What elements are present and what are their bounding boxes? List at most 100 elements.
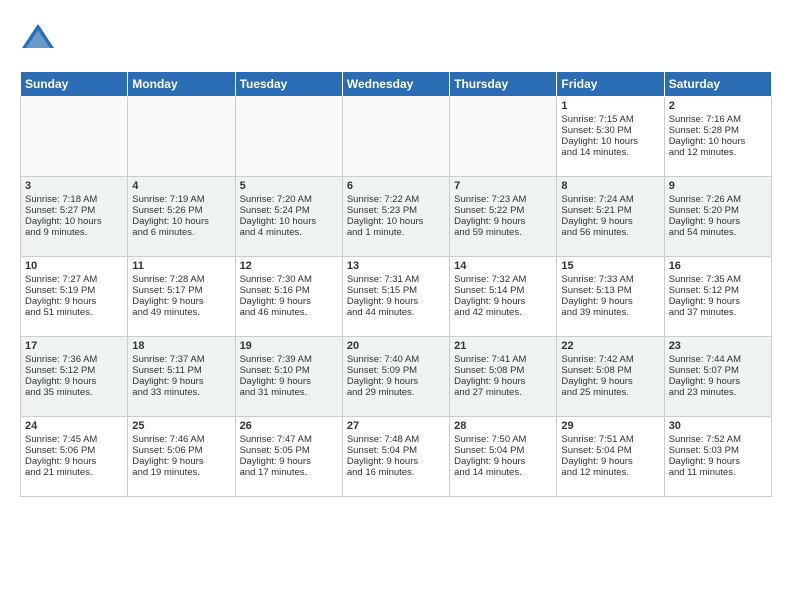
day-info-line: and 37 minutes. [669,307,767,318]
day-number: 8 [561,180,659,192]
day-number: 25 [132,420,230,432]
day-info-line: Sunrise: 7:51 AM [561,434,659,445]
day-info-line: and 19 minutes. [132,467,230,478]
week-row-2: 3Sunrise: 7:18 AMSunset: 5:27 PMDaylight… [21,177,772,257]
day-info-line: Daylight: 9 hours [561,216,659,227]
weekday-header-row: SundayMondayTuesdayWednesdayThursdayFrid… [21,72,772,97]
day-info-line: Daylight: 10 hours [132,216,230,227]
day-info-line: Sunrise: 7:31 AM [347,274,445,285]
day-number: 23 [669,340,767,352]
day-info-line: Sunrise: 7:26 AM [669,194,767,205]
empty-cell [128,97,235,177]
logo [20,20,60,61]
week-row-1: 1Sunrise: 7:15 AMSunset: 5:30 PMDaylight… [21,97,772,177]
day-info-line: and 14 minutes. [561,147,659,158]
day-info-line: Daylight: 10 hours [240,216,338,227]
day-info-line: Sunrise: 7:28 AM [132,274,230,285]
day-info-line: Sunrise: 7:40 AM [347,354,445,365]
day-info-line: Sunrise: 7:20 AM [240,194,338,205]
weekday-header-tuesday: Tuesday [235,72,342,97]
day-number: 7 [454,180,552,192]
day-info-line: Sunset: 5:16 PM [240,285,338,296]
day-info-line: and 54 minutes. [669,227,767,238]
day-cell-24: 24Sunrise: 7:45 AMSunset: 5:06 PMDayligh… [21,417,128,497]
day-info-line: and 51 minutes. [25,307,123,318]
day-info-line: Daylight: 10 hours [561,136,659,147]
day-info-line: Daylight: 9 hours [561,456,659,467]
day-info-line: Sunset: 5:05 PM [240,445,338,456]
day-info-line: and 49 minutes. [132,307,230,318]
day-cell-12: 12Sunrise: 7:30 AMSunset: 5:16 PMDayligh… [235,257,342,337]
day-info-line: and 35 minutes. [25,387,123,398]
day-info-line: and 29 minutes. [347,387,445,398]
day-cell-26: 26Sunrise: 7:47 AMSunset: 5:05 PMDayligh… [235,417,342,497]
day-info-line: Sunrise: 7:27 AM [25,274,123,285]
day-info-line: Daylight: 9 hours [132,376,230,387]
day-info-line: Daylight: 10 hours [669,136,767,147]
day-cell-7: 7Sunrise: 7:23 AMSunset: 5:22 PMDaylight… [450,177,557,257]
day-number: 4 [132,180,230,192]
day-cell-18: 18Sunrise: 7:37 AMSunset: 5:11 PMDayligh… [128,337,235,417]
weekday-header-friday: Friday [557,72,664,97]
weekday-header-saturday: Saturday [664,72,771,97]
calendar-table: SundayMondayTuesdayWednesdayThursdayFrid… [20,71,772,497]
day-info-line: and 39 minutes. [561,307,659,318]
day-cell-10: 10Sunrise: 7:27 AMSunset: 5:19 PMDayligh… [21,257,128,337]
day-info-line: Sunrise: 7:47 AM [240,434,338,445]
day-info-line: Daylight: 9 hours [669,296,767,307]
day-info-line: Sunrise: 7:18 AM [25,194,123,205]
day-cell-3: 3Sunrise: 7:18 AMSunset: 5:27 PMDaylight… [21,177,128,257]
empty-cell [342,97,449,177]
day-info-line: Daylight: 9 hours [25,296,123,307]
day-info-line: Sunrise: 7:30 AM [240,274,338,285]
day-cell-22: 22Sunrise: 7:42 AMSunset: 5:08 PMDayligh… [557,337,664,417]
day-cell-14: 14Sunrise: 7:32 AMSunset: 5:14 PMDayligh… [450,257,557,337]
day-info-line: and 21 minutes. [25,467,123,478]
day-info-line: Sunrise: 7:22 AM [347,194,445,205]
day-info-line: Daylight: 9 hours [454,456,552,467]
day-info-line: Sunset: 5:26 PM [132,205,230,216]
day-info-line: and 12 minutes. [669,147,767,158]
day-info-line: Sunrise: 7:32 AM [454,274,552,285]
day-number: 11 [132,260,230,272]
day-number: 9 [669,180,767,192]
day-info-line: Sunset: 5:28 PM [669,125,767,136]
day-info-line: Sunset: 5:08 PM [454,365,552,376]
day-info-line: Daylight: 9 hours [669,456,767,467]
empty-cell [235,97,342,177]
day-info-line: Daylight: 10 hours [347,216,445,227]
day-cell-25: 25Sunrise: 7:46 AMSunset: 5:06 PMDayligh… [128,417,235,497]
day-number: 12 [240,260,338,272]
day-info-line: Sunset: 5:04 PM [561,445,659,456]
day-info-line: Sunrise: 7:16 AM [669,114,767,125]
day-info-line: and 33 minutes. [132,387,230,398]
day-info-line: and 42 minutes. [454,307,552,318]
day-info-line: Sunset: 5:15 PM [347,285,445,296]
day-cell-28: 28Sunrise: 7:50 AMSunset: 5:04 PMDayligh… [450,417,557,497]
day-info-line: and 17 minutes. [240,467,338,478]
day-info-line: Daylight: 10 hours [25,216,123,227]
day-info-line: and 23 minutes. [669,387,767,398]
day-cell-15: 15Sunrise: 7:33 AMSunset: 5:13 PMDayligh… [557,257,664,337]
day-info-line: Sunrise: 7:45 AM [25,434,123,445]
day-cell-11: 11Sunrise: 7:28 AMSunset: 5:17 PMDayligh… [128,257,235,337]
day-number: 21 [454,340,552,352]
day-info-line: Daylight: 9 hours [454,376,552,387]
day-info-line: Sunset: 5:08 PM [561,365,659,376]
day-number: 17 [25,340,123,352]
day-number: 14 [454,260,552,272]
day-info-line: Sunrise: 7:23 AM [454,194,552,205]
day-info-line: Sunset: 5:21 PM [561,205,659,216]
day-cell-4: 4Sunrise: 7:19 AMSunset: 5:26 PMDaylight… [128,177,235,257]
day-info-line: Daylight: 9 hours [240,376,338,387]
day-info-line: Sunset: 5:03 PM [669,445,767,456]
day-info-line: Sunset: 5:04 PM [347,445,445,456]
day-info-line: Sunset: 5:12 PM [25,365,123,376]
day-info-line: and 56 minutes. [561,227,659,238]
day-cell-19: 19Sunrise: 7:39 AMSunset: 5:10 PMDayligh… [235,337,342,417]
day-info-line: Sunrise: 7:37 AM [132,354,230,365]
day-info-line: Sunrise: 7:41 AM [454,354,552,365]
day-info-line: Sunrise: 7:44 AM [669,354,767,365]
day-info-line: and 6 minutes. [132,227,230,238]
day-info-line: Daylight: 9 hours [132,296,230,307]
